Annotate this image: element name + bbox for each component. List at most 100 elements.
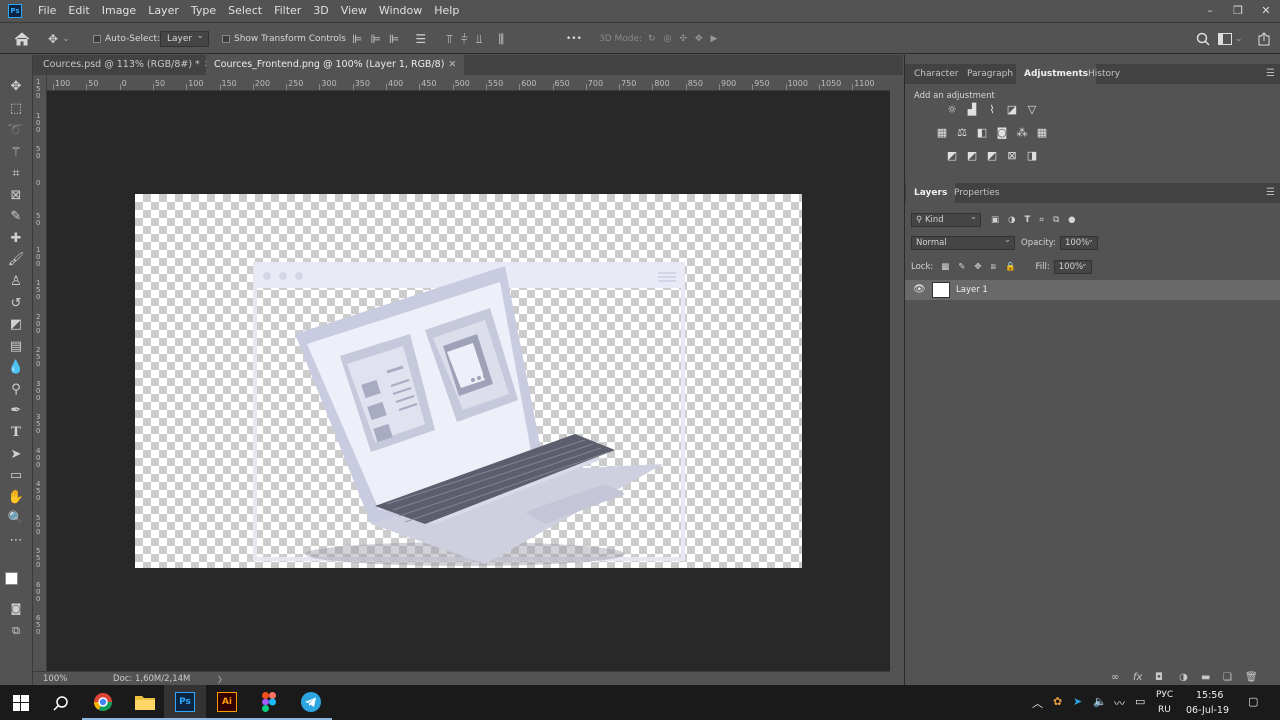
home-icon[interactable]: [14, 31, 30, 47]
align-center-icon[interactable]: ⊫: [370, 32, 380, 46]
blur-tool-icon[interactable]: 💧: [6, 359, 26, 377]
menu-window[interactable]: Window: [373, 0, 428, 22]
hand-tool-icon[interactable]: ✋: [6, 489, 26, 507]
tab-properties[interactable]: Properties: [946, 183, 1007, 203]
filter-smart-object-icon[interactable]: ⧉: [1053, 215, 1059, 225]
distribute-vertical-icon[interactable]: ⫼: [499, 32, 505, 47]
language-indicator-top[interactable]: РУС: [1156, 690, 1173, 700]
brightness-contrast-icon[interactable]: ☼: [945, 104, 959, 116]
delete-layer-icon[interactable]: 🗑: [1245, 672, 1258, 683]
tab-paragraph[interactable]: Paragraph: [959, 64, 1021, 84]
auto-select-dropdown[interactable]: Layer: [160, 29, 210, 47]
kind-filter-dropdown[interactable]: ⚲ Kind: [911, 211, 981, 227]
align-middle-icon[interactable]: ⫩: [461, 32, 468, 47]
lasso-tool-icon[interactable]: ➰: [6, 122, 26, 140]
filter-toggle-icon[interactable]: ●: [1068, 215, 1075, 225]
filter-adjustment-icon[interactable]: ◑: [1008, 215, 1015, 225]
color-balance-icon[interactable]: ⚖: [955, 127, 969, 139]
gradient-map-icon[interactable]: ◨: [1025, 150, 1039, 162]
exposure-icon[interactable]: ◪: [1005, 104, 1019, 116]
notification-center-icon[interactable]: ▢: [1248, 695, 1258, 708]
vibrance-icon[interactable]: ▽: [1025, 104, 1039, 116]
add-mask-icon[interactable]: ◘: [1155, 672, 1163, 683]
adjustment-layer-icon[interactable]: ◑: [1179, 672, 1188, 683]
zoom-tool-icon[interactable]: 🔍: [6, 510, 26, 528]
tab-history[interactable]: History: [1080, 64, 1128, 84]
lock-image-icon[interactable]: ✎: [958, 262, 965, 272]
layer-style-icon[interactable]: fx: [1133, 672, 1142, 683]
move-tool-icon[interactable]: ✥: [6, 78, 26, 96]
3d-pan-icon[interactable]: ✣: [679, 34, 687, 44]
history-brush-tool-icon[interactable]: ↺: [6, 295, 26, 313]
windows-start-icon[interactable]: [0, 685, 42, 720]
lock-artboard-icon[interactable]: ⧈: [991, 262, 996, 272]
dodge-tool-icon[interactable]: ⚲: [6, 381, 26, 399]
quick-mask-icon[interactable]: ◙: [6, 600, 26, 618]
move-tool-preset-icon[interactable]: ✥ ⌄: [48, 31, 70, 47]
3d-roll-icon[interactable]: ◎: [664, 34, 672, 44]
align-bottom-icon[interactable]: ⫫: [476, 32, 483, 47]
filter-type-icon[interactable]: T: [1024, 215, 1030, 225]
taskbar-search-icon[interactable]: [40, 685, 82, 720]
opacity-input[interactable]: 100%: [1059, 234, 1098, 250]
tray-people-icon[interactable]: ✿: [1053, 695, 1062, 708]
tab-cources-psd[interactable]: Cources.psd @ 113% (RGB/8#) *✕: [35, 55, 220, 75]
new-group-icon[interactable]: ▬: [1201, 672, 1210, 683]
align-right-icon[interactable]: ⊫: [389, 32, 399, 46]
threshold-icon[interactable]: ◩: [985, 150, 999, 162]
menu-view[interactable]: View: [335, 0, 373, 22]
clock-date[interactable]: 06-Jul-19: [1186, 705, 1229, 716]
menu-file[interactable]: File: [32, 0, 62, 22]
language-indicator-bottom[interactable]: RU: [1158, 705, 1171, 715]
share-icon[interactable]: [1258, 31, 1270, 47]
black-white-icon[interactable]: ◧: [975, 127, 989, 139]
healing-brush-tool-icon[interactable]: ✚: [6, 230, 26, 248]
align-left-icon[interactable]: ⊫: [352, 32, 362, 46]
chrome-app-icon[interactable]: [82, 685, 124, 720]
clone-stamp-tool-icon[interactable]: ♙: [6, 273, 26, 291]
filter-shape-icon[interactable]: ⌗: [1039, 215, 1044, 225]
telegram-app-icon[interactable]: [290, 685, 332, 720]
restore-button[interactable]: ❐: [1232, 5, 1244, 17]
show-transform-checkbox[interactable]: Show Transform Controls: [222, 31, 346, 47]
menu-image[interactable]: Image: [96, 0, 142, 22]
foreground-color-swatch[interactable]: [5, 572, 18, 585]
type-tool-icon[interactable]: T: [6, 424, 26, 442]
color-lookup-icon[interactable]: ▦: [1035, 127, 1049, 139]
lock-position-icon[interactable]: ✥: [974, 262, 981, 272]
blend-mode-dropdown[interactable]: Normal: [911, 234, 1015, 250]
crop-tool-icon[interactable]: ⌗: [6, 165, 26, 183]
zoom-level[interactable]: 100%: [43, 674, 67, 684]
minimize-button[interactable]: –: [1204, 5, 1216, 17]
frame-tool-icon[interactable]: ⊠: [6, 187, 26, 205]
battery-icon[interactable]: ▭: [1135, 695, 1145, 708]
filter-pixel-icon[interactable]: ▣: [991, 215, 999, 225]
menu-type[interactable]: Type: [185, 0, 222, 22]
path-selection-tool-icon[interactable]: ➤: [6, 446, 26, 464]
lock-transparent-icon[interactable]: ▩: [941, 262, 949, 272]
edit-toolbar-icon[interactable]: ⋯: [6, 532, 26, 550]
document-canvas[interactable]: [135, 194, 802, 568]
curves-icon[interactable]: ⌇: [985, 104, 999, 116]
menu-edit[interactable]: Edit: [62, 0, 95, 22]
close-button[interactable]: ✕: [1260, 5, 1272, 17]
marquee-tool-icon[interactable]: ⬚: [6, 100, 26, 118]
rectangle-tool-icon[interactable]: ▭: [6, 467, 26, 485]
more-options-button[interactable]: •••: [566, 31, 582, 47]
magic-wand-tool-icon[interactable]: ⚚: [6, 144, 26, 162]
lock-all-icon[interactable]: 🔒: [1005, 262, 1016, 272]
menu-3d[interactable]: 3D: [307, 0, 334, 22]
channel-mixer-icon[interactable]: ⁂: [1015, 127, 1029, 139]
align-top-icon[interactable]: ⫪: [446, 32, 453, 47]
volume-icon[interactable]: 🔈: [1093, 695, 1107, 708]
menu-help[interactable]: Help: [428, 0, 465, 22]
screen-mode-icon[interactable]: ⧉: [6, 622, 26, 640]
layer-name[interactable]: Layer 1: [956, 285, 988, 295]
3d-orbit-icon[interactable]: ↻: [648, 34, 656, 44]
tray-telegram-icon[interactable]: ➤: [1073, 695, 1082, 708]
invert-icon[interactable]: ◩: [945, 150, 959, 162]
levels-icon[interactable]: ▟: [965, 104, 979, 116]
photoshop-app-icon[interactable]: Ps: [164, 685, 206, 720]
tray-expand-icon[interactable]: ︿: [1032, 695, 1043, 711]
workspace-icon[interactable]: ⌄: [1218, 31, 1243, 47]
